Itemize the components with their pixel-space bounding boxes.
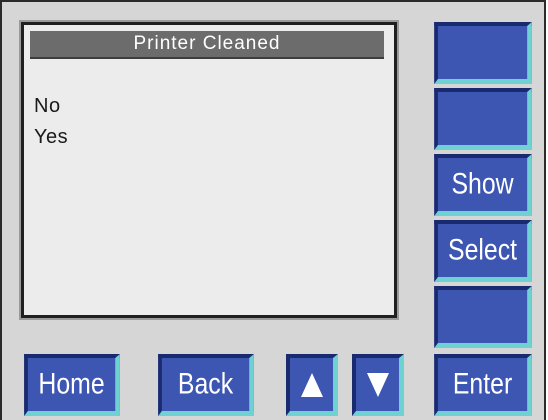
show-button[interactable]: Show [434, 154, 532, 216]
back-button-label: Back [177, 367, 234, 401]
back-button[interactable]: Back [158, 354, 254, 416]
arrow-down-icon [366, 372, 389, 397]
home-button-label: Home [38, 367, 105, 401]
enter-button-label: Enter [452, 367, 513, 401]
control-panel: Printer Cleaned No Yes Show Select Home … [0, 0, 546, 420]
select-button-label: Select [448, 233, 518, 267]
option-yes[interactable]: Yes [34, 126, 68, 149]
scroll-down-button[interactable] [352, 354, 404, 416]
side-button-1[interactable] [434, 22, 532, 84]
home-button[interactable]: Home [24, 354, 120, 416]
side-button-5[interactable] [434, 286, 532, 348]
enter-button[interactable]: Enter [434, 354, 532, 416]
show-button-label: Show [451, 167, 514, 201]
scroll-up-button[interactable] [286, 354, 338, 416]
arrow-up-icon [300, 372, 323, 397]
option-no[interactable]: No [34, 95, 61, 118]
side-button-2[interactable] [434, 88, 532, 150]
select-button[interactable]: Select [434, 220, 532, 282]
display-screen: Printer Cleaned No Yes [19, 20, 399, 320]
screen-title: Printer Cleaned [30, 31, 384, 59]
